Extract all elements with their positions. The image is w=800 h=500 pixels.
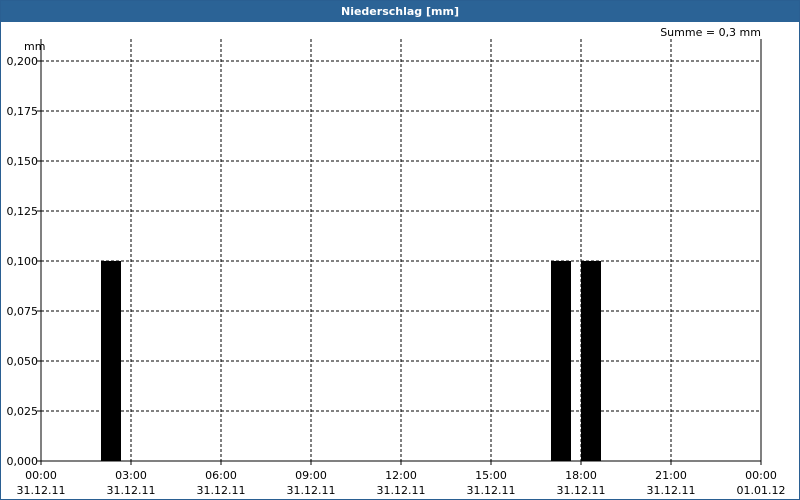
y-tick-label: 0,025 xyxy=(7,405,39,418)
x-tick-time: 09:00 xyxy=(295,469,327,482)
x-tick-time: 12:00 xyxy=(385,469,417,482)
precipitation-bar xyxy=(551,261,571,461)
y-tick-labels: 0,000 0,025 0,050 0,075 0,100 0,125 0,150 0,175… xyxy=(7,55,39,468)
y-tick-label: 0,100 xyxy=(7,255,39,268)
x-tick-date: 31.12.11 xyxy=(557,484,606,497)
x-tick-date: 31.12.11 xyxy=(107,484,156,497)
x-tick-time: 15:00 xyxy=(475,469,507,482)
axes xyxy=(37,39,762,465)
grid-lines xyxy=(41,39,761,461)
x-tick-date: 31.12.11 xyxy=(287,484,336,497)
x-tick-labels: 00:00 31.12.11 03:00 31.12.11 06:00 31.12.11 0… xyxy=(17,469,786,497)
x-tick-time: 00:00 xyxy=(25,469,57,482)
x-tick-time: 18:00 xyxy=(565,469,597,482)
y-tick-label: 0,175 xyxy=(7,105,39,118)
x-tick-time: 21:00 xyxy=(655,469,687,482)
x-tick-time: 06:00 xyxy=(205,469,237,482)
y-tick-label: 0,075 xyxy=(7,305,39,318)
x-tick-date: 31.12.11 xyxy=(17,484,66,497)
y-tick-label: 0,000 xyxy=(7,455,39,468)
x-tick-date: 31.12.11 xyxy=(647,484,696,497)
x-tick-time: 03:00 xyxy=(115,469,147,482)
y-axis-unit: mm xyxy=(24,40,45,53)
y-tick-label: 0,125 xyxy=(7,205,39,218)
precipitation-bar xyxy=(581,261,601,461)
x-tick-date: 01.01.12 xyxy=(737,484,786,497)
precipitation-chart: 0,000 0,025 0,050 0,075 0,100 0,125 0,150 0,175… xyxy=(7,26,786,497)
sum-annotation: Summe = 0,3 mm xyxy=(660,26,761,39)
y-tick-label: 0,050 xyxy=(7,355,39,368)
x-tick-time: 00:00 xyxy=(745,469,777,482)
x-tick-date: 31.12.11 xyxy=(377,484,426,497)
y-tick-label: 0,150 xyxy=(7,155,39,168)
x-tick-date: 31.12.11 xyxy=(467,484,516,497)
precipitation-bar xyxy=(101,261,121,461)
y-tick-label: 0,200 xyxy=(7,55,39,68)
x-tick-date: 31.12.11 xyxy=(197,484,246,497)
